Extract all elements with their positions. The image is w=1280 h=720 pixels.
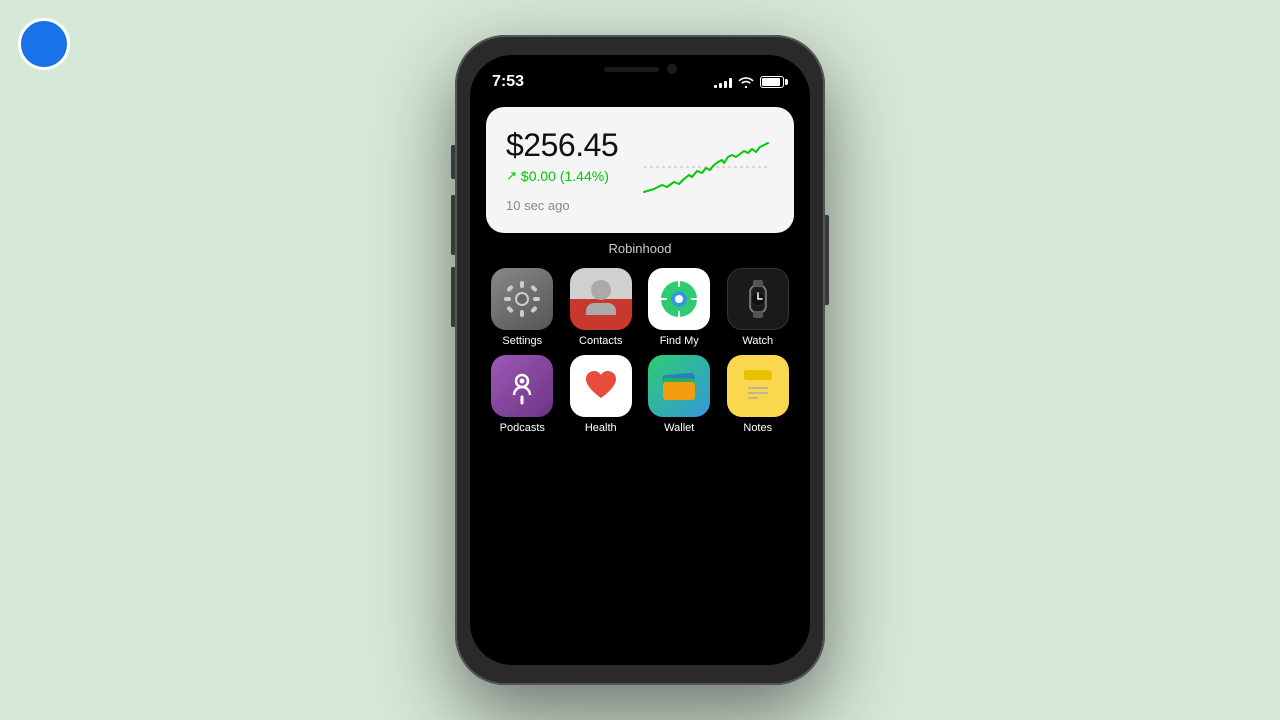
wifi-icon xyxy=(738,76,754,88)
notes-label: Notes xyxy=(743,422,772,434)
gear-svg xyxy=(502,279,542,319)
app-grid-row1: Settings Contacts xyxy=(486,268,794,347)
screen-content: $256.45 ↗ $0.00 (1.44%) 10 sec ago Robin… xyxy=(470,99,810,665)
settings-icon xyxy=(491,268,553,330)
widget-timestamp: 10 sec ago xyxy=(506,198,618,213)
health-label: Health xyxy=(585,422,617,434)
findmy-icon xyxy=(648,268,710,330)
wallet-icon xyxy=(648,355,710,417)
health-icon xyxy=(570,355,632,417)
robinhood-label: Robinhood xyxy=(609,241,672,256)
findmy-svg xyxy=(657,277,701,321)
phone-notch xyxy=(575,55,705,83)
robinhood-widget[interactable]: $256.45 ↗ $0.00 (1.44%) 10 sec ago xyxy=(486,107,794,233)
app-podcasts[interactable]: Podcasts xyxy=(490,355,555,434)
wallet-label: Wallet xyxy=(664,422,694,434)
app-contacts[interactable]: Contacts xyxy=(569,268,634,347)
app-health[interactable]: Health xyxy=(569,355,634,434)
battery-icon xyxy=(760,76,788,88)
watch-svg xyxy=(736,277,780,321)
podcasts-label: Podcasts xyxy=(500,422,545,434)
contact-head xyxy=(591,280,611,300)
screen-record-button[interactable] xyxy=(18,18,70,70)
app-findmy[interactable]: Find My xyxy=(647,268,712,347)
podcast-icon xyxy=(491,355,553,417)
app-grid-row2: Podcasts Health xyxy=(486,355,794,434)
notes-svg xyxy=(738,366,778,406)
app-wallet[interactable]: Wallet xyxy=(647,355,712,434)
widget-left: $256.45 ↗ $0.00 (1.44%) 10 sec ago xyxy=(506,127,618,213)
contacts-label: Contacts xyxy=(579,335,622,347)
portfolio-change: ↗ $0.00 (1.44%) xyxy=(506,168,618,184)
health-svg xyxy=(579,364,623,408)
app-settings[interactable]: Settings xyxy=(490,268,555,347)
phone-mockup: 7:53 xyxy=(455,35,825,685)
signal-icon xyxy=(714,76,732,88)
portfolio-value: $256.45 xyxy=(506,127,618,164)
speaker xyxy=(604,67,659,72)
change-amount: $0.00 (1.44%) xyxy=(521,168,609,184)
status-icons xyxy=(714,76,788,88)
app-watch[interactable]: Watch xyxy=(726,268,791,347)
contact-body xyxy=(586,303,616,315)
podcast-svg xyxy=(503,367,541,405)
app-notes[interactable]: Notes xyxy=(726,355,791,434)
wallet-svg xyxy=(659,366,699,406)
phone-screen: 7:53 xyxy=(470,55,810,665)
change-arrow: ↗ xyxy=(506,168,517,184)
settings-label: Settings xyxy=(502,335,542,347)
watch-label: Watch xyxy=(742,335,773,347)
notes-icon xyxy=(727,355,789,417)
watch-icon xyxy=(727,268,789,330)
portfolio-chart xyxy=(634,127,774,207)
findmy-label: Find My xyxy=(660,335,699,347)
power-button xyxy=(825,215,829,305)
mute-button xyxy=(451,145,455,179)
front-camera xyxy=(667,64,677,74)
status-time: 7:53 xyxy=(492,73,524,91)
contacts-icon xyxy=(570,268,632,330)
volume-up-button xyxy=(451,195,455,255)
volume-down-button xyxy=(451,267,455,327)
